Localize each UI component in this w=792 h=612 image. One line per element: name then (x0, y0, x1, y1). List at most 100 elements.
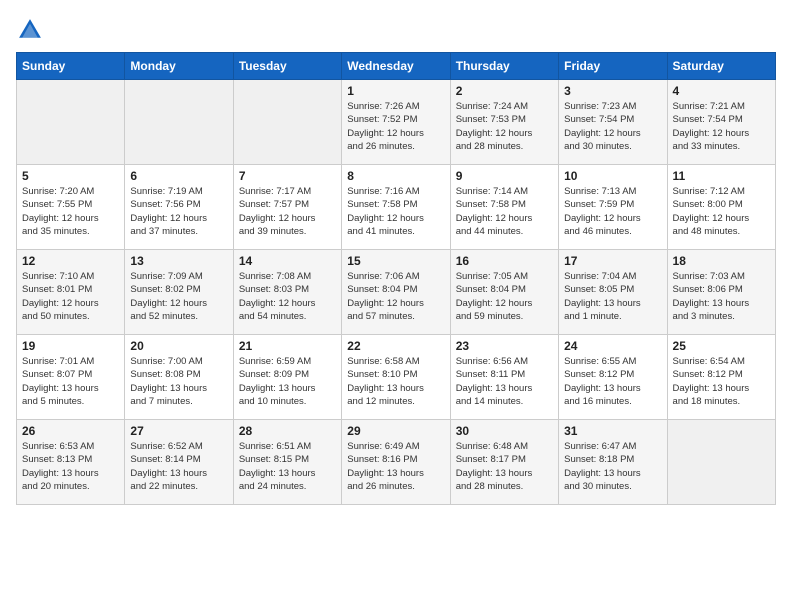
day-info: Sunrise: 7:13 AM Sunset: 7:59 PM Dayligh… (564, 185, 661, 238)
day-number: 13 (130, 254, 227, 268)
day-number: 3 (564, 84, 661, 98)
day-info: Sunrise: 7:14 AM Sunset: 7:58 PM Dayligh… (456, 185, 553, 238)
calendar-cell (667, 420, 775, 505)
calendar-cell: 26 Sunrise: 6:53 AM Sunset: 8:13 PM Dayli… (17, 420, 125, 505)
day-info: Sunrise: 7:01 AM Sunset: 8:07 PM Dayligh… (22, 355, 119, 408)
calendar-cell: 20 Sunrise: 7:00 AM Sunset: 8:08 PM Dayli… (125, 335, 233, 420)
day-info: Sunrise: 7:19 AM Sunset: 7:56 PM Dayligh… (130, 185, 227, 238)
day-number: 26 (22, 424, 119, 438)
day-number: 20 (130, 339, 227, 353)
day-info: Sunrise: 7:03 AM Sunset: 8:06 PM Dayligh… (673, 270, 770, 323)
day-number: 24 (564, 339, 661, 353)
day-number: 16 (456, 254, 553, 268)
day-info: Sunrise: 7:09 AM Sunset: 8:02 PM Dayligh… (130, 270, 227, 323)
day-number: 6 (130, 169, 227, 183)
calendar-cell: 28 Sunrise: 6:51 AM Sunset: 8:15 PM Dayli… (233, 420, 341, 505)
calendar-cell: 1Sunrise: 7:26 AM Sunset: 7:52 PM Daylig… (342, 80, 450, 165)
calendar-cell: 3 Sunrise: 7:23 AM Sunset: 7:54 PM Daylig… (559, 80, 667, 165)
day-number: 27 (130, 424, 227, 438)
day-info: Sunrise: 7:24 AM Sunset: 7:53 PM Dayligh… (456, 100, 553, 153)
calendar-cell: 6 Sunrise: 7:19 AM Sunset: 7:56 PM Daylig… (125, 165, 233, 250)
day-header-thursday: Thursday (450, 53, 558, 80)
calendar-cell: 25 Sunrise: 6:54 AM Sunset: 8:12 PM Dayli… (667, 335, 775, 420)
day-number: 17 (564, 254, 661, 268)
day-header-friday: Friday (559, 53, 667, 80)
day-number: 19 (22, 339, 119, 353)
calendar-cell: 21Sunrise: 6:59 AM Sunset: 8:09 PM Dayli… (233, 335, 341, 420)
calendar-cell: 10 Sunrise: 7:13 AM Sunset: 7:59 PM Dayli… (559, 165, 667, 250)
day-info: Sunrise: 7:20 AM Sunset: 7:55 PM Dayligh… (22, 185, 119, 238)
day-info: Sunrise: 7:21 AM Sunset: 7:54 PM Dayligh… (673, 100, 770, 153)
day-info: Sunrise: 7:04 AM Sunset: 8:05 PM Dayligh… (564, 270, 661, 323)
day-info: Sunrise: 7:10 AM Sunset: 8:01 PM Dayligh… (22, 270, 119, 323)
day-info: Sunrise: 7:06 AM Sunset: 8:04 PM Dayligh… (347, 270, 444, 323)
day-info: Sunrise: 6:54 AM Sunset: 8:12 PM Dayligh… (673, 355, 770, 408)
calendar-cell: 9 Sunrise: 7:14 AM Sunset: 7:58 PM Daylig… (450, 165, 558, 250)
calendar-cell: 27 Sunrise: 6:52 AM Sunset: 8:14 PM Dayli… (125, 420, 233, 505)
day-header-wednesday: Wednesday (342, 53, 450, 80)
day-number: 18 (673, 254, 770, 268)
day-info: Sunrise: 6:48 AM Sunset: 8:17 PM Dayligh… (456, 440, 553, 493)
calendar-cell: 19 Sunrise: 7:01 AM Sunset: 8:07 PM Dayli… (17, 335, 125, 420)
day-info: Sunrise: 6:49 AM Sunset: 8:16 PM Dayligh… (347, 440, 444, 493)
calendar-cell: 16 Sunrise: 7:05 AM Sunset: 8:04 PM Dayli… (450, 250, 558, 335)
logo-icon (16, 16, 44, 44)
calendar-cell: 30Sunrise: 6:48 AM Sunset: 8:17 PM Dayli… (450, 420, 558, 505)
calendar-cell: 11 Sunrise: 7:12 AM Sunset: 8:00 PM Dayli… (667, 165, 775, 250)
day-number: 25 (673, 339, 770, 353)
day-number: 14 (239, 254, 336, 268)
day-info: Sunrise: 6:52 AM Sunset: 8:14 PM Dayligh… (130, 440, 227, 493)
calendar-cell: 23 Sunrise: 6:56 AM Sunset: 8:11 PM Dayli… (450, 335, 558, 420)
calendar-cell (125, 80, 233, 165)
day-info: Sunrise: 6:53 AM Sunset: 8:13 PM Dayligh… (22, 440, 119, 493)
calendar-cell: 18 Sunrise: 7:03 AM Sunset: 8:06 PM Dayli… (667, 250, 775, 335)
day-info: Sunrise: 6:55 AM Sunset: 8:12 PM Dayligh… (564, 355, 661, 408)
day-header-saturday: Saturday (667, 53, 775, 80)
day-info: Sunrise: 7:12 AM Sunset: 8:00 PM Dayligh… (673, 185, 770, 238)
day-number: 11 (673, 169, 770, 183)
calendar-week-row: 5 Sunrise: 7:20 AM Sunset: 7:55 PM Daylig… (17, 165, 776, 250)
day-number: 22 (347, 339, 444, 353)
day-info: Sunrise: 6:59 AM Sunset: 8:09 PM Dayligh… (239, 355, 336, 408)
page-header (16, 16, 776, 44)
calendar-cell: 22 Sunrise: 6:58 AM Sunset: 8:10 PM Dayli… (342, 335, 450, 420)
calendar-cell: 17 Sunrise: 7:04 AM Sunset: 8:05 PM Dayli… (559, 250, 667, 335)
day-header-tuesday: Tuesday (233, 53, 341, 80)
calendar-cell: 14 Sunrise: 7:08 AM Sunset: 8:03 PM Dayli… (233, 250, 341, 335)
day-info: Sunrise: 6:58 AM Sunset: 8:10 PM Dayligh… (347, 355, 444, 408)
day-number: 2 (456, 84, 553, 98)
day-info: Sunrise: 6:51 AM Sunset: 8:15 PM Dayligh… (239, 440, 336, 493)
calendar-week-row: 12 Sunrise: 7:10 AM Sunset: 8:01 PM Dayli… (17, 250, 776, 335)
day-info: Sunrise: 6:56 AM Sunset: 8:11 PM Dayligh… (456, 355, 553, 408)
day-info: Sunrise: 7:05 AM Sunset: 8:04 PM Dayligh… (456, 270, 553, 323)
day-info: Sunrise: 7:17 AM Sunset: 7:57 PM Dayligh… (239, 185, 336, 238)
calendar-cell (233, 80, 341, 165)
day-number: 4 (673, 84, 770, 98)
day-header-sunday: Sunday (17, 53, 125, 80)
calendar-cell (17, 80, 125, 165)
calendar-cell: 8Sunrise: 7:16 AM Sunset: 7:58 PM Daylig… (342, 165, 450, 250)
day-number: 9 (456, 169, 553, 183)
day-info: Sunrise: 7:16 AM Sunset: 7:58 PM Dayligh… (347, 185, 444, 238)
day-number: 12 (22, 254, 119, 268)
calendar-cell: 4 Sunrise: 7:21 AM Sunset: 7:54 PM Daylig… (667, 80, 775, 165)
day-info: Sunrise: 6:47 AM Sunset: 8:18 PM Dayligh… (564, 440, 661, 493)
day-number: 1 (347, 84, 444, 98)
day-number: 23 (456, 339, 553, 353)
day-number: 7 (239, 169, 336, 183)
day-number: 10 (564, 169, 661, 183)
day-number: 31 (564, 424, 661, 438)
day-number: 29 (347, 424, 444, 438)
calendar-week-row: 26 Sunrise: 6:53 AM Sunset: 8:13 PM Dayli… (17, 420, 776, 505)
calendar-cell: 5 Sunrise: 7:20 AM Sunset: 7:55 PM Daylig… (17, 165, 125, 250)
calendar-cell: 12 Sunrise: 7:10 AM Sunset: 8:01 PM Dayli… (17, 250, 125, 335)
calendar-cell: 13 Sunrise: 7:09 AM Sunset: 8:02 PM Dayli… (125, 250, 233, 335)
day-info: Sunrise: 7:08 AM Sunset: 8:03 PM Dayligh… (239, 270, 336, 323)
day-info: Sunrise: 7:00 AM Sunset: 8:08 PM Dayligh… (130, 355, 227, 408)
calendar-table: SundayMondayTuesdayWednesdayThursdayFrid… (16, 52, 776, 505)
calendar-cell: 24 Sunrise: 6:55 AM Sunset: 8:12 PM Dayli… (559, 335, 667, 420)
logo (16, 16, 48, 44)
day-number: 28 (239, 424, 336, 438)
day-info: Sunrise: 7:23 AM Sunset: 7:54 PM Dayligh… (564, 100, 661, 153)
day-number: 5 (22, 169, 119, 183)
